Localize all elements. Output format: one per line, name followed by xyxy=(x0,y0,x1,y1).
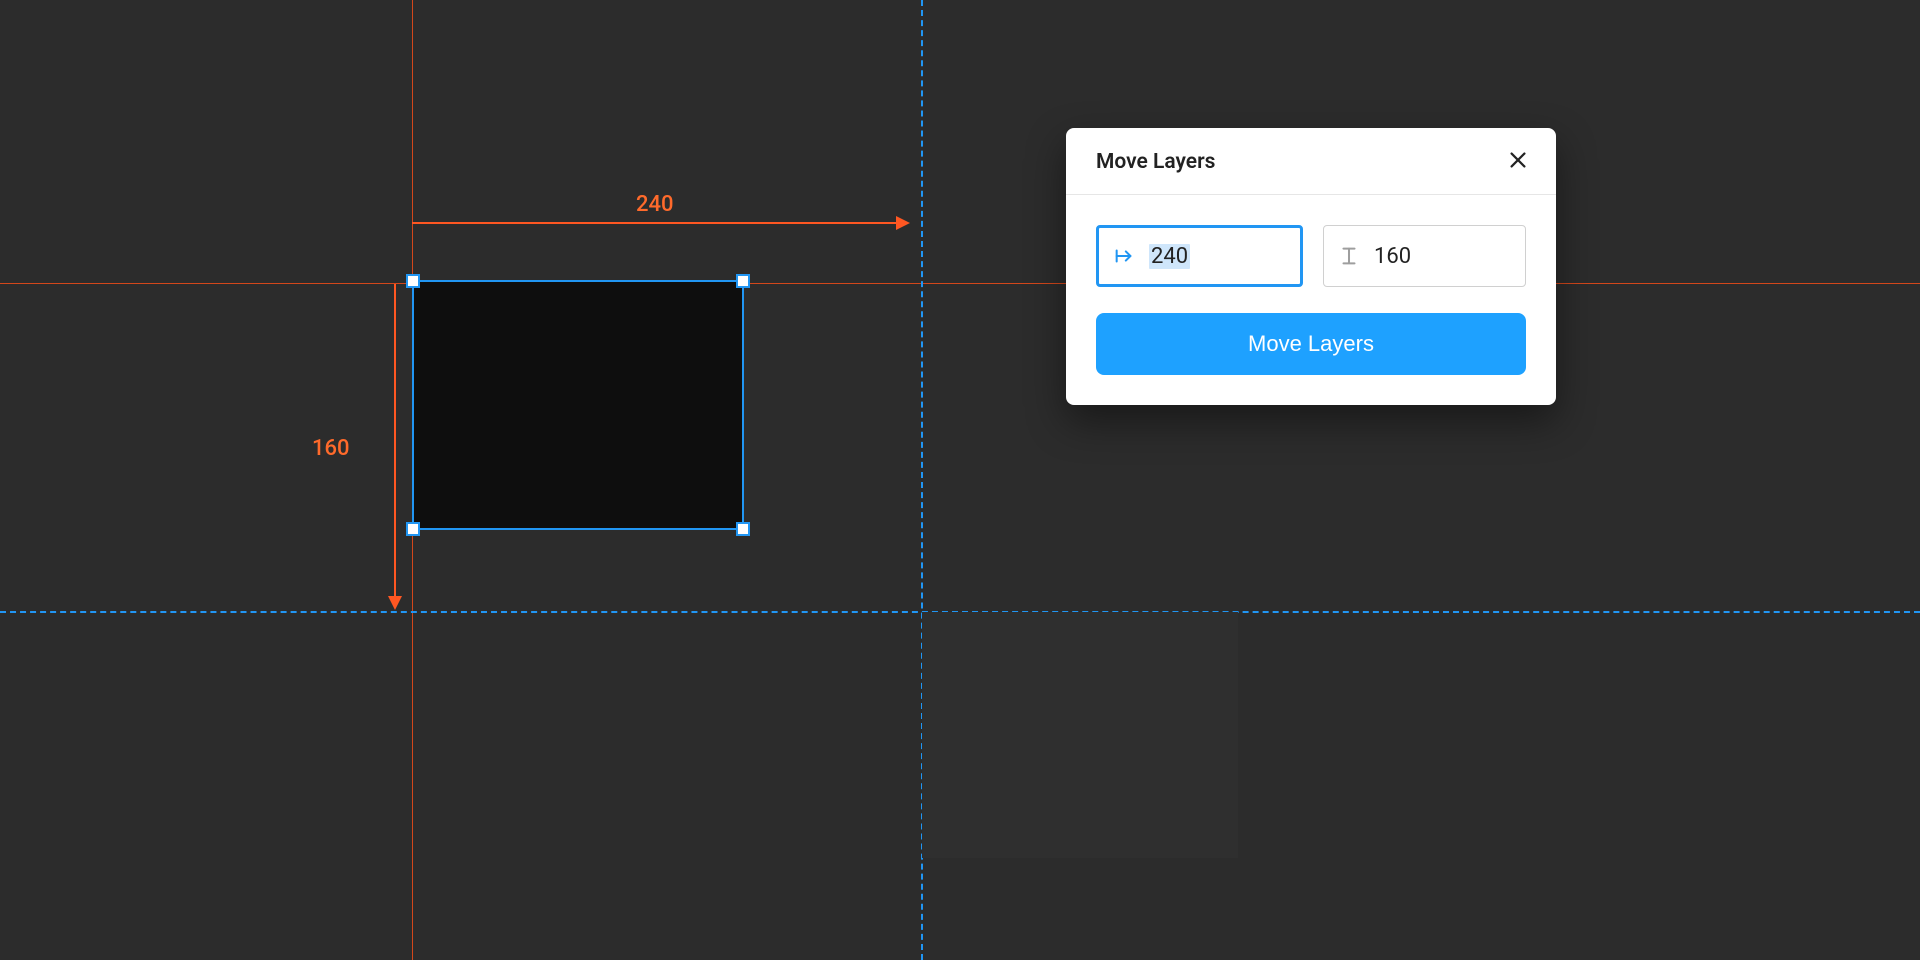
move-layers-dialog: Move Layers xyxy=(1066,128,1556,405)
design-canvas[interactable]: 240 160 Move Layers xyxy=(0,0,1920,960)
selected-layer[interactable] xyxy=(412,280,744,530)
move-y-input[interactable]: 160 xyxy=(1323,225,1526,287)
resize-handle-top-right[interactable] xyxy=(736,274,750,288)
close-button[interactable] xyxy=(1504,148,1532,176)
measure-arrow-x xyxy=(412,222,908,224)
measure-label-y: 160 xyxy=(312,436,350,461)
measure-label-x: 240 xyxy=(636,192,674,217)
guide-horizontal-red xyxy=(0,283,1920,284)
dialog-title: Move Layers xyxy=(1096,150,1215,174)
resize-handle-top-left[interactable] xyxy=(406,274,420,288)
arrow-right-icon xyxy=(1113,245,1135,267)
arrow-down-icon xyxy=(1338,245,1360,267)
measure-arrow-y xyxy=(394,284,396,608)
resize-handle-bottom-right[interactable] xyxy=(736,522,750,536)
move-x-value: 240 xyxy=(1149,244,1190,269)
move-target-ghost xyxy=(922,612,1238,858)
move-y-value: 160 xyxy=(1374,244,1411,269)
resize-handle-bottom-left[interactable] xyxy=(406,522,420,536)
move-layers-button[interactable]: Move Layers xyxy=(1096,313,1526,375)
close-icon xyxy=(1507,149,1529,175)
move-x-input[interactable]: 240 xyxy=(1096,225,1303,287)
